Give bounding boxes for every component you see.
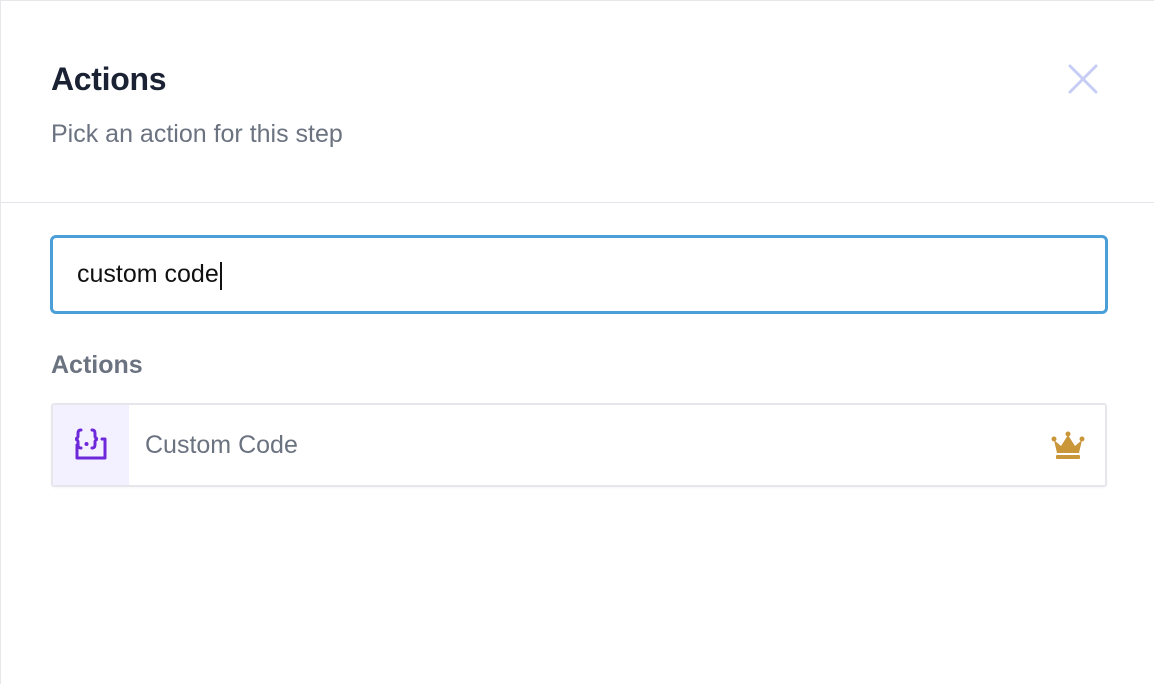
close-icon[interactable] (1063, 59, 1103, 99)
panel-subtitle: Pick an action for this step (51, 120, 343, 148)
action-item-custom-code[interactable]: Custom Code (51, 403, 1107, 487)
panel-title: Actions (51, 61, 167, 97)
panel-header: Actions Pick an action for this step (1, 1, 1154, 203)
code-braces-icon (74, 428, 107, 460)
action-icon-container (53, 405, 129, 485)
text-caret (219, 262, 222, 290)
search-field[interactable] (50, 235, 1108, 314)
crown-icon (1051, 431, 1085, 459)
search-input[interactable] (77, 238, 977, 311)
action-item-label: Custom Code (145, 431, 298, 459)
actions-panel: Actions Pick an action for this step Act… (0, 0, 1154, 684)
results-section-label: Actions (51, 351, 143, 379)
